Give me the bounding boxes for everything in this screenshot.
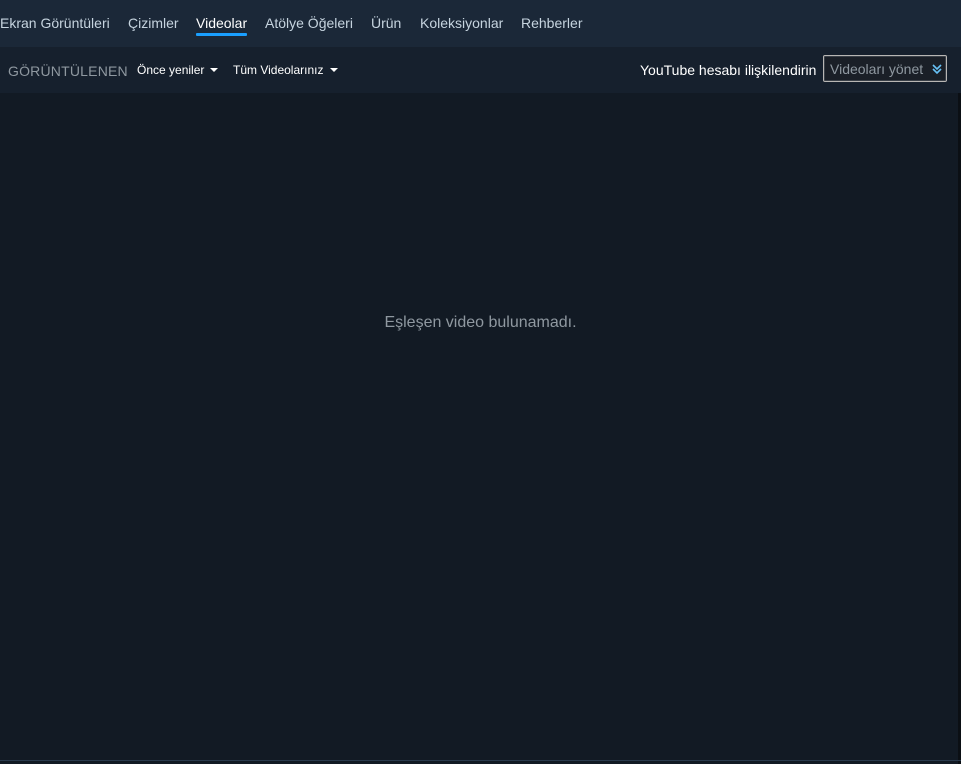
profile-media-tabs: Ekran Görüntüleri Çizimler Videolar Atöl… [0, 0, 961, 47]
filter-bar: GÖRÜNTÜLENEN Önce yeniler Tüm Videoların… [0, 47, 961, 93]
link-youtube-account[interactable]: YouTube hesabı ilişkilendirin [640, 62, 816, 79]
double-chevron-down-icon [932, 64, 942, 75]
scope-dropdown-value: Tüm Videolarınız [233, 63, 324, 77]
empty-results-message: Eşleşen video bulunamadı. [384, 314, 577, 331]
tab-merchandise[interactable]: Ürün [371, 15, 401, 32]
manage-videos-select[interactable]: Videoları yönet [823, 55, 947, 82]
caret-down-icon [210, 67, 219, 72]
divider [0, 760, 961, 761]
tab-collections[interactable]: Koleksiyonlar [420, 15, 503, 32]
tab-guides[interactable]: Rehberler [521, 15, 582, 32]
manage-videos-value: Videoları yönet [830, 61, 924, 77]
tab-artwork[interactable]: Çizimler [128, 15, 179, 32]
viewing-label: GÖRÜNTÜLENEN [8, 63, 128, 79]
tab-videos[interactable]: Videolar [196, 15, 248, 36]
tab-videos-label: Videolar [196, 15, 248, 31]
active-tab-indicator [196, 33, 248, 36]
sort-dropdown-value: Önce yeniler [137, 63, 205, 77]
caret-down-icon [329, 67, 338, 72]
sort-dropdown[interactable]: Önce yeniler [137, 63, 219, 78]
tab-screenshots[interactable]: Ekran Görüntüleri [0, 15, 110, 32]
scope-dropdown[interactable]: Tüm Videolarınız [233, 63, 338, 78]
tab-workshop-items[interactable]: Atölye Öğeleri [265, 15, 353, 32]
